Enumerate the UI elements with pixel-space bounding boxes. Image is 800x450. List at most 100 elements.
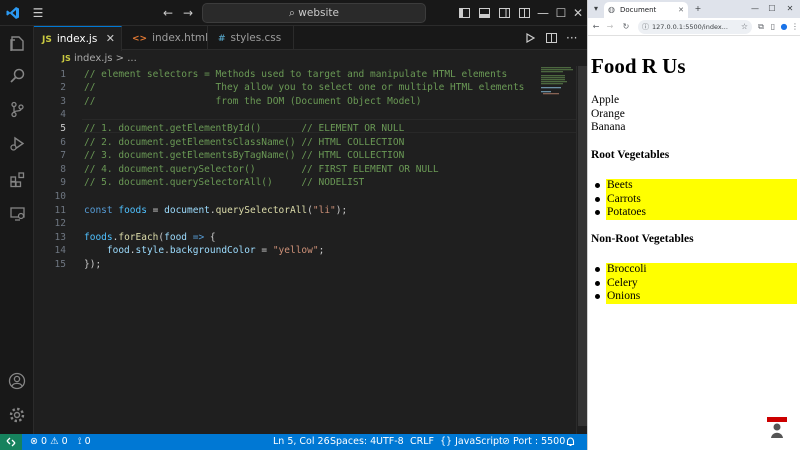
code-line[interactable]: // 3. document.getElementsByTagName() //…: [84, 149, 404, 163]
breadcrumb-more[interactable]: ...: [127, 53, 137, 64]
accounts-icon[interactable]: [0, 366, 34, 396]
encoding-setting[interactable]: UTF-8: [376, 434, 404, 450]
line-number: 6: [60, 136, 66, 148]
close-tab-icon[interactable]: ✕: [678, 2, 684, 18]
profile-avatar-icon[interactable]: ●: [779, 18, 789, 36]
tab-index-html[interactable]: <> index.html: [122, 26, 208, 50]
command-center-search[interactable]: ⌕ website: [202, 3, 426, 23]
sidebar-icon[interactable]: ▯: [768, 18, 778, 36]
list-item: Celery: [595, 276, 797, 290]
code-line[interactable]: // from the DOM (Document Object Model): [84, 95, 421, 109]
close-tab-icon[interactable]: ✕: [106, 27, 115, 51]
split-editor-icon[interactable]: [546, 26, 560, 50]
new-tab-icon[interactable]: +: [692, 0, 704, 18]
extensions-puzzle-icon[interactable]: ⧉: [756, 18, 766, 36]
port-label: Port : 5500: [513, 436, 566, 447]
browser-menu-icon[interactable]: ⋮: [790, 18, 800, 36]
browser-tab-strip: ▾ ◍ Document ✕ + — ☐ ✕: [588, 0, 800, 18]
eol-setting[interactable]: CRLF: [410, 434, 434, 450]
maximize-icon[interactable]: ☐: [553, 0, 569, 26]
scrollbar-thumb[interactable]: [578, 66, 587, 426]
minimize-icon[interactable]: —: [748, 0, 762, 18]
editor-scrollbar[interactable]: [576, 66, 587, 434]
code-line[interactable]: });: [84, 258, 101, 272]
list-bullet: [595, 210, 600, 215]
manage-gear-icon[interactable]: [0, 400, 34, 430]
code-line[interactable]: // 4. document.querySelector() // FIRST …: [84, 163, 439, 177]
code-editor[interactable]: 1 // element selectors = Methods used to …: [34, 66, 585, 434]
notifications-bell-icon[interactable]: [566, 434, 575, 450]
indentation-setting[interactable]: Spaces: 4: [330, 434, 376, 450]
line-number: 9: [60, 177, 66, 189]
extensions-icon[interactable]: [0, 164, 34, 194]
toggle-secondary-sidebar-icon[interactable]: [497, 0, 511, 26]
forward-arrow-icon[interactable]: →: [604, 18, 616, 36]
cursor-position[interactable]: Ln 5, Col 26: [273, 434, 330, 450]
tab-search-icon[interactable]: ▾: [590, 0, 602, 18]
browser-tab-document[interactable]: ◍ Document ✕: [604, 2, 688, 18]
title-bar: ☰ ← → ⌕ website — ☐ ✕: [0, 0, 587, 26]
list-item-text: Onions: [607, 290, 641, 302]
line-number: 5: [60, 122, 66, 134]
maximize-icon[interactable]: ☐: [765, 0, 779, 18]
javascript-file-icon: JS: [42, 35, 52, 45]
code-line[interactable]: foods.forEach(food => {: [84, 231, 216, 245]
minimap[interactable]: [539, 66, 575, 96]
line-number: 12: [54, 218, 66, 230]
list-item: Onions: [595, 290, 797, 304]
list-bullet: [595, 267, 600, 272]
site-info-icon[interactable]: ⓘ: [642, 20, 649, 34]
bookmark-star-icon[interactable]: ☆: [741, 20, 748, 34]
source-control-icon[interactable]: [0, 94, 34, 124]
list-item-text: Beets: [607, 179, 633, 191]
code-line[interactable]: food.style.backgroundColor = "yellow";: [84, 244, 324, 258]
menu-hamburger-icon[interactable]: ☰: [30, 0, 46, 26]
code-line[interactable]: // 5. document.querySelectorAll() // NOD…: [84, 176, 364, 190]
close-window-icon[interactable]: ✕: [783, 0, 797, 18]
section-heading-non-root: Non-Root Vegetables: [591, 233, 694, 245]
code-line[interactable]: // They allow you to select one or multi…: [84, 81, 524, 95]
search-icon[interactable]: [0, 60, 34, 90]
code-line[interactable]: const foods = document.querySelectorAll(…: [84, 204, 347, 218]
tab-label: index.js: [56, 33, 98, 45]
close-window-icon[interactable]: ✕: [570, 0, 586, 26]
run-and-debug-icon[interactable]: [0, 128, 34, 158]
remote-indicator-icon[interactable]: [0, 434, 22, 450]
html-file-icon: <>: [132, 34, 148, 44]
remote-explorer-icon[interactable]: [0, 198, 34, 228]
customize-layout-icon[interactable]: [517, 0, 531, 26]
line-number: 4: [60, 109, 66, 121]
problems-indicator[interactable]: ⊗ 0 ⚠ 0: [30, 434, 68, 450]
back-arrow-icon[interactable]: ←: [160, 0, 176, 26]
code-line[interactable]: // 1. document.getElementById() // ELEME…: [84, 122, 404, 136]
list-item: Beets: [595, 179, 797, 193]
run-code-icon[interactable]: [526, 26, 540, 50]
more-actions-icon[interactable]: ···: [566, 26, 580, 50]
webpage-content: Food R Us Apple Orange Banana Root Veget…: [588, 36, 800, 450]
ports-count: 0: [84, 436, 91, 447]
vscode-logo-icon[interactable]: [5, 0, 21, 26]
code-line[interactable]: // element selectors = Methods used to t…: [84, 68, 507, 82]
minimize-icon[interactable]: —: [535, 0, 551, 26]
address-bar[interactable]: ⓘ 127.0.0.1:5500/index... ☆: [638, 20, 752, 34]
list-item-text: Carrots: [607, 192, 641, 205]
tab-index-js[interactable]: JS index.js ✕: [34, 26, 122, 51]
language-mode[interactable]: {} JavaScript: [440, 434, 503, 450]
toggle-primary-sidebar-icon[interactable]: [457, 0, 471, 26]
reload-icon[interactable]: ↻: [620, 18, 632, 36]
tab-styles-css[interactable]: # styles.css: [208, 26, 294, 50]
line-number: 7: [60, 150, 66, 162]
toggle-panel-icon[interactable]: [477, 0, 491, 26]
code-line[interactable]: // 2. document.getElementsClassName() //…: [84, 136, 404, 150]
breadcrumb-file[interactable]: index.js: [74, 53, 113, 64]
explorer-icon[interactable]: [0, 28, 34, 58]
forward-arrow-icon[interactable]: →: [180, 0, 196, 26]
back-arrow-icon[interactable]: ←: [590, 18, 602, 36]
line-number: 13: [54, 231, 66, 243]
list-item: Carrots: [595, 192, 797, 206]
line-number: 2: [60, 82, 66, 94]
warning-count: 0: [61, 436, 68, 447]
ports-indicator[interactable]: ⟟ 0: [78, 434, 91, 450]
list-bullet: [595, 183, 600, 188]
live-server-port[interactable]: ⊘ Port : 5500: [502, 434, 565, 450]
